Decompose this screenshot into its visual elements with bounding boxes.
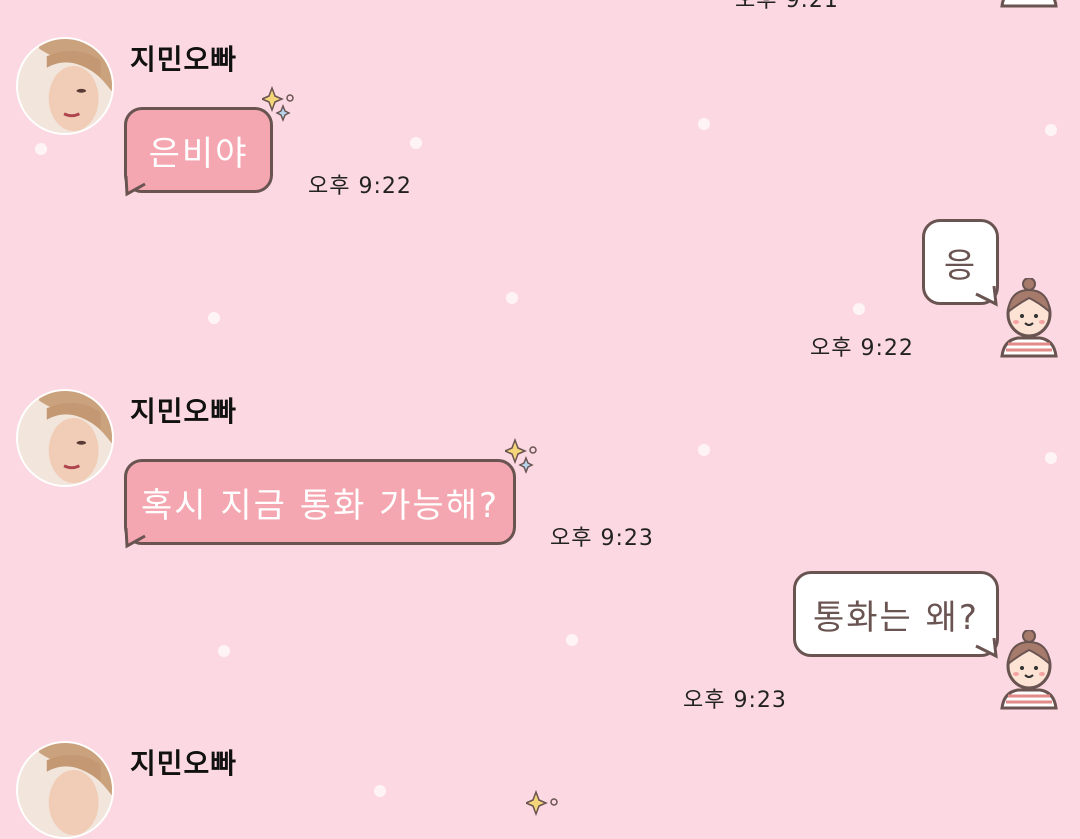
profile-photo-icon [18,391,112,485]
user-avatar-icon [1000,0,1058,8]
sender-avatar[interactable] [16,389,114,487]
background-dot [1045,124,1057,136]
message-time: 오후 9:21 [735,0,839,13]
incoming-message-bubble[interactable]: 혹시 지금 통화 가능해? [124,459,516,545]
background-dot [374,785,386,797]
profile-photo-icon [18,743,112,837]
sender-name: 지민오빠 [130,395,238,428]
sender-avatar[interactable] [16,741,114,839]
sparkle-icon [526,790,558,817]
background-dot [853,303,865,315]
message-time: 오후 9:23 [683,688,787,713]
background-dot [208,312,220,324]
profile-photo-icon [18,39,112,133]
user-avatar-icon [1000,278,1058,358]
bubble-tail [124,176,146,197]
message-time: 오후 9:23 [550,526,654,551]
background-dot [566,634,578,646]
bubble-tail [124,528,146,549]
sender-avatar[interactable] [16,37,114,135]
message-time: 오후 9:22 [810,336,914,361]
background-dot [698,444,710,456]
sender-name: 지민오빠 [130,747,238,780]
sparkle-icon [505,438,537,475]
user-avatar-icon [1000,630,1058,710]
outgoing-message-bubble[interactable]: 통화는 왜? [793,571,999,657]
background-dot [35,143,47,155]
background-dot [506,292,518,304]
background-dot [1045,452,1057,464]
message-time: 오후 9:22 [308,174,412,199]
background-dot [698,118,710,130]
sender-name: 지민오빠 [130,43,238,76]
sparkle-icon [262,86,294,123]
background-dot [218,645,230,657]
background-dot [410,137,422,149]
